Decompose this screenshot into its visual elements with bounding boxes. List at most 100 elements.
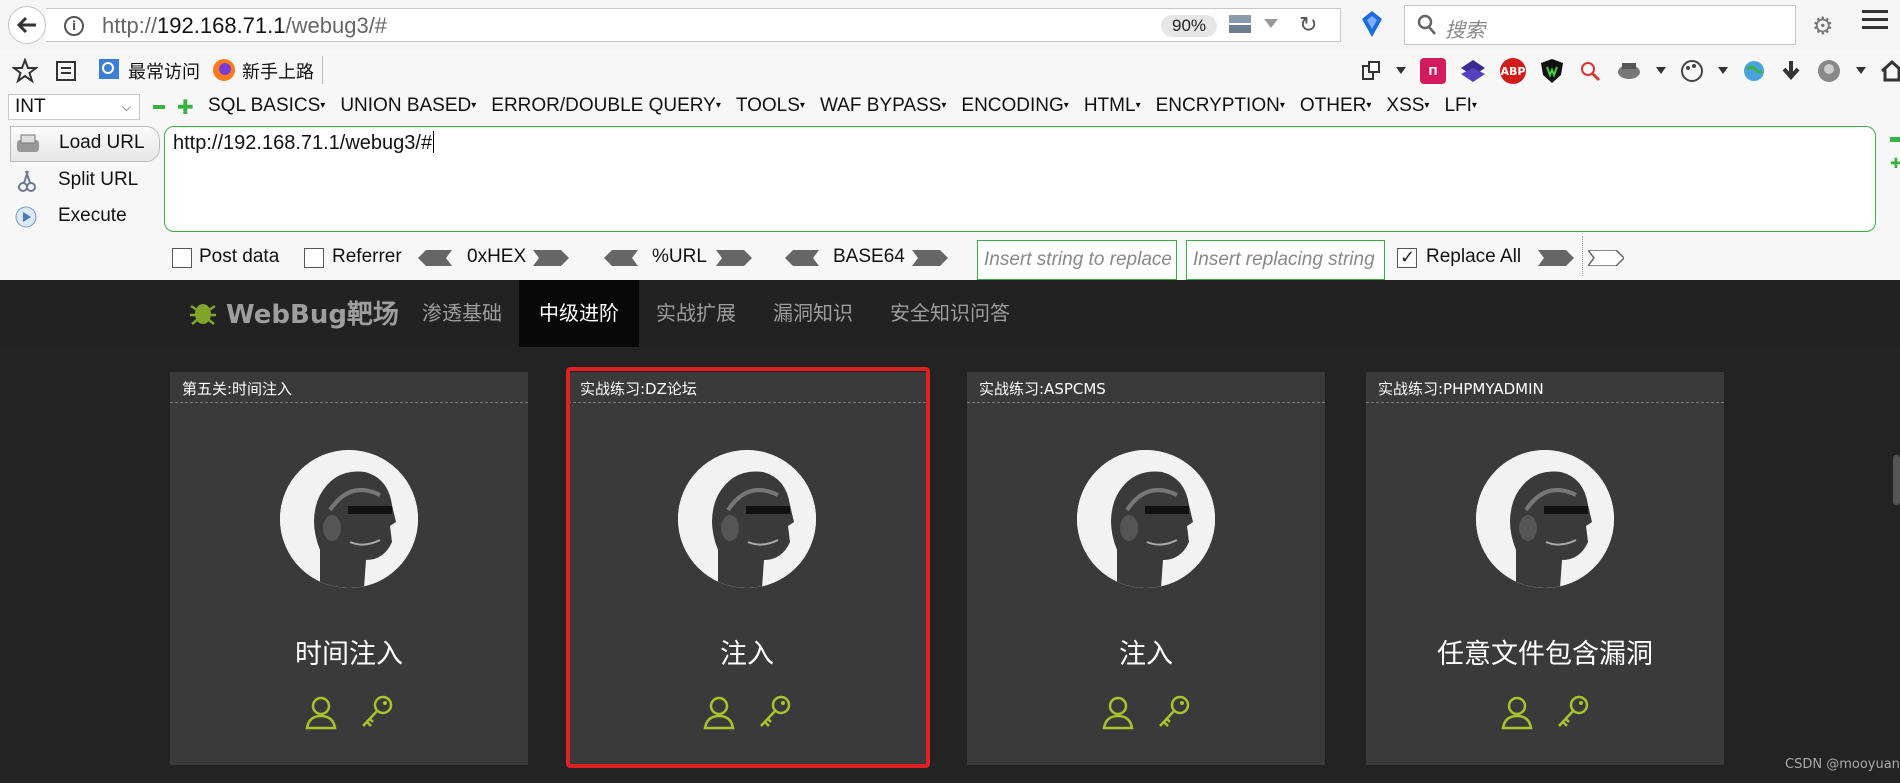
hackbar-menu-encryption[interactable]: ENCRYPTION	[1156, 95, 1285, 117]
load-url-icon	[17, 134, 39, 152]
user-icon[interactable]	[303, 694, 339, 730]
user-icon[interactable]	[1499, 694, 1535, 730]
url-bar[interactable]: i http://192.168.71.1/webug3/# 90% ↻	[46, 8, 1341, 42]
hackbar-menu-lfi[interactable]: LFI	[1444, 95, 1476, 117]
challenge-card[interactable]: 第五关:时间注入 时间注入	[170, 372, 528, 765]
key-icon[interactable]	[1156, 694, 1192, 730]
key-icon[interactable]	[359, 694, 395, 730]
star-icon[interactable]	[12, 58, 38, 84]
url-encode-arrow-icon[interactable]	[716, 250, 752, 266]
most-visited-icon	[99, 59, 119, 79]
card-title[interactable]: 任意文件包含漏洞	[1366, 632, 1724, 671]
network-drive-icon[interactable]	[1228, 13, 1254, 35]
scrollbar-thumb[interactable]	[1893, 455, 1900, 505]
reload-icon[interactable]: ↻	[1299, 13, 1317, 38]
reading-list-icon[interactable]	[55, 60, 77, 82]
replace-reverse-arrow-icon[interactable]	[1588, 250, 1624, 266]
minus-icon[interactable]	[1890, 137, 1900, 142]
dropdown-arrow-icon[interactable]	[1718, 67, 1728, 75]
card-title[interactable]: 时间注入	[170, 632, 528, 671]
adblock-icon[interactable]: ABP	[1500, 58, 1526, 84]
hex-encode-arrow-icon[interactable]	[533, 250, 569, 266]
globe-icon[interactable]	[1742, 59, 1766, 83]
brand[interactable]: WebBug靶场	[188, 294, 399, 331]
hamburger-menu-icon[interactable]	[1862, 10, 1888, 34]
post-data-checkbox[interactable]	[172, 248, 192, 268]
hackbar-menu-sql-basics[interactable]: SQL BASICS	[208, 95, 325, 117]
hackbar-menu-tools[interactable]: TOOLS	[736, 95, 805, 117]
minus-icon[interactable]	[153, 105, 165, 109]
dropdown-arrow-icon[interactable]	[1856, 67, 1866, 75]
spy-icon[interactable]	[1616, 59, 1642, 83]
replace-arrow-icon[interactable]	[1538, 250, 1574, 266]
hackbar-menu-html[interactable]: HTML	[1084, 95, 1141, 117]
pi-extension-icon[interactable]: Π	[1420, 58, 1446, 84]
urlbar-actions	[1228, 13, 1278, 35]
page-icon[interactable]	[1360, 60, 1382, 82]
profile-icon[interactable]	[1816, 58, 1842, 84]
nav-intermediate[interactable]: 中级进阶	[519, 280, 639, 347]
nav-vuln-knowledge[interactable]: 漏洞知识	[753, 280, 873, 347]
magnifier-tool-icon[interactable]	[1578, 59, 1602, 83]
home-icon[interactable]	[1880, 59, 1900, 83]
palette-icon[interactable]	[1680, 59, 1704, 83]
zoom-level-badge[interactable]: 90%	[1161, 15, 1217, 37]
execute-button[interactable]: Execute	[10, 200, 160, 236]
base64-decode-arrow-icon[interactable]	[785, 250, 821, 266]
nav-practical[interactable]: 实战扩展	[636, 280, 756, 347]
bookmarks-divider	[322, 56, 323, 84]
user-icon[interactable]	[1100, 694, 1136, 730]
nav-security-qa[interactable]: 安全知识问答	[870, 280, 1030, 347]
base64-encode-arrow-icon[interactable]	[912, 250, 948, 266]
hackbar-menu-xss[interactable]: XSS	[1386, 95, 1429, 117]
replace-all-checkbox[interactable]	[1397, 247, 1417, 268]
post-data-label: Post data	[199, 246, 280, 267]
challenge-card[interactable]: 实战练习:ASPCMS 注入	[967, 372, 1325, 765]
hackbar-menu-union-based[interactable]: UNION BASED	[340, 95, 476, 117]
card-actions	[967, 694, 1325, 730]
browser-chrome: i http://192.168.71.1/webug3/# 90% ↻ 搜索 …	[0, 0, 1900, 280]
shield-icon[interactable]	[1540, 58, 1564, 84]
hackbar-menu-other[interactable]: OTHER	[1300, 95, 1372, 117]
navigation-bar: i http://192.168.71.1/webug3/# 90% ↻ 搜索 …	[0, 0, 1900, 50]
hackbar-select-value: INT	[15, 96, 46, 117]
bookmark-most-visited[interactable]: 最常访问	[128, 58, 200, 84]
plus-icon[interactable]: ✚	[177, 97, 194, 117]
avatar	[280, 450, 418, 588]
card-header: 第五关:时间注入	[170, 372, 528, 403]
hackbar-menu-encoding[interactable]: ENCODING	[961, 95, 1068, 117]
challenge-card[interactable]: 实战练习:PHPMYADMIN 任意文件包含漏洞	[1366, 372, 1724, 765]
hackbar-menu-error-double-query[interactable]: ERROR/DOUBLE QUERY	[491, 95, 721, 117]
hackbar-menu-waf-bypass[interactable]: WAF BYPASS	[820, 95, 946, 117]
pocket-icon[interactable]	[1360, 10, 1384, 38]
dropdown-arrow-icon[interactable]	[1396, 67, 1406, 75]
info-icon[interactable]: i	[64, 16, 84, 36]
referrer-checkbox[interactable]	[304, 248, 324, 268]
card-title[interactable]: 注入	[967, 632, 1325, 671]
load-url-button[interactable]: Load URL	[10, 126, 160, 162]
dropdown-arrow-icon[interactable]	[1264, 19, 1278, 29]
gear-icon[interactable]: ⚙	[1812, 12, 1834, 40]
dropdown-arrow-icon[interactable]	[1656, 67, 1666, 75]
hackbar-url-textarea[interactable]: http://192.168.71.1/webug3/#	[164, 126, 1876, 232]
key-icon[interactable]	[1555, 694, 1591, 730]
back-button[interactable]	[8, 6, 46, 44]
url-text[interactable]: http://192.168.71.1/webug3/#	[102, 13, 387, 39]
url-decode-arrow-icon[interactable]	[604, 250, 640, 266]
replacing-string-input[interactable]: Insert replacing string	[1186, 240, 1385, 280]
download-icon[interactable]	[1780, 59, 1802, 83]
hex-decode-arrow-icon[interactable]	[418, 250, 454, 266]
hackbar-type-select[interactable]: INT ⌵	[8, 94, 140, 120]
hackbar-divider	[1582, 236, 1583, 276]
split-url-button[interactable]: Split URL	[10, 164, 160, 200]
layers-icon[interactable]	[1460, 58, 1486, 84]
insert-string-input[interactable]: Insert string to replace	[977, 240, 1177, 280]
nav-basics[interactable]: 渗透基础	[402, 280, 522, 347]
plus-icon[interactable]: ✚	[1890, 156, 1900, 172]
bookmarks-toolbar: 最常访问 新手上路 Π ABP JS	[0, 52, 1900, 90]
bookmark-getting-started[interactable]: 新手上路	[242, 58, 314, 84]
search-bar[interactable]: 搜索	[1404, 5, 1796, 45]
search-placeholder: 搜索	[1445, 18, 1485, 42]
avatar-image	[1476, 450, 1614, 588]
hackbar-actions: Load URL Split URL Execute	[10, 126, 160, 236]
